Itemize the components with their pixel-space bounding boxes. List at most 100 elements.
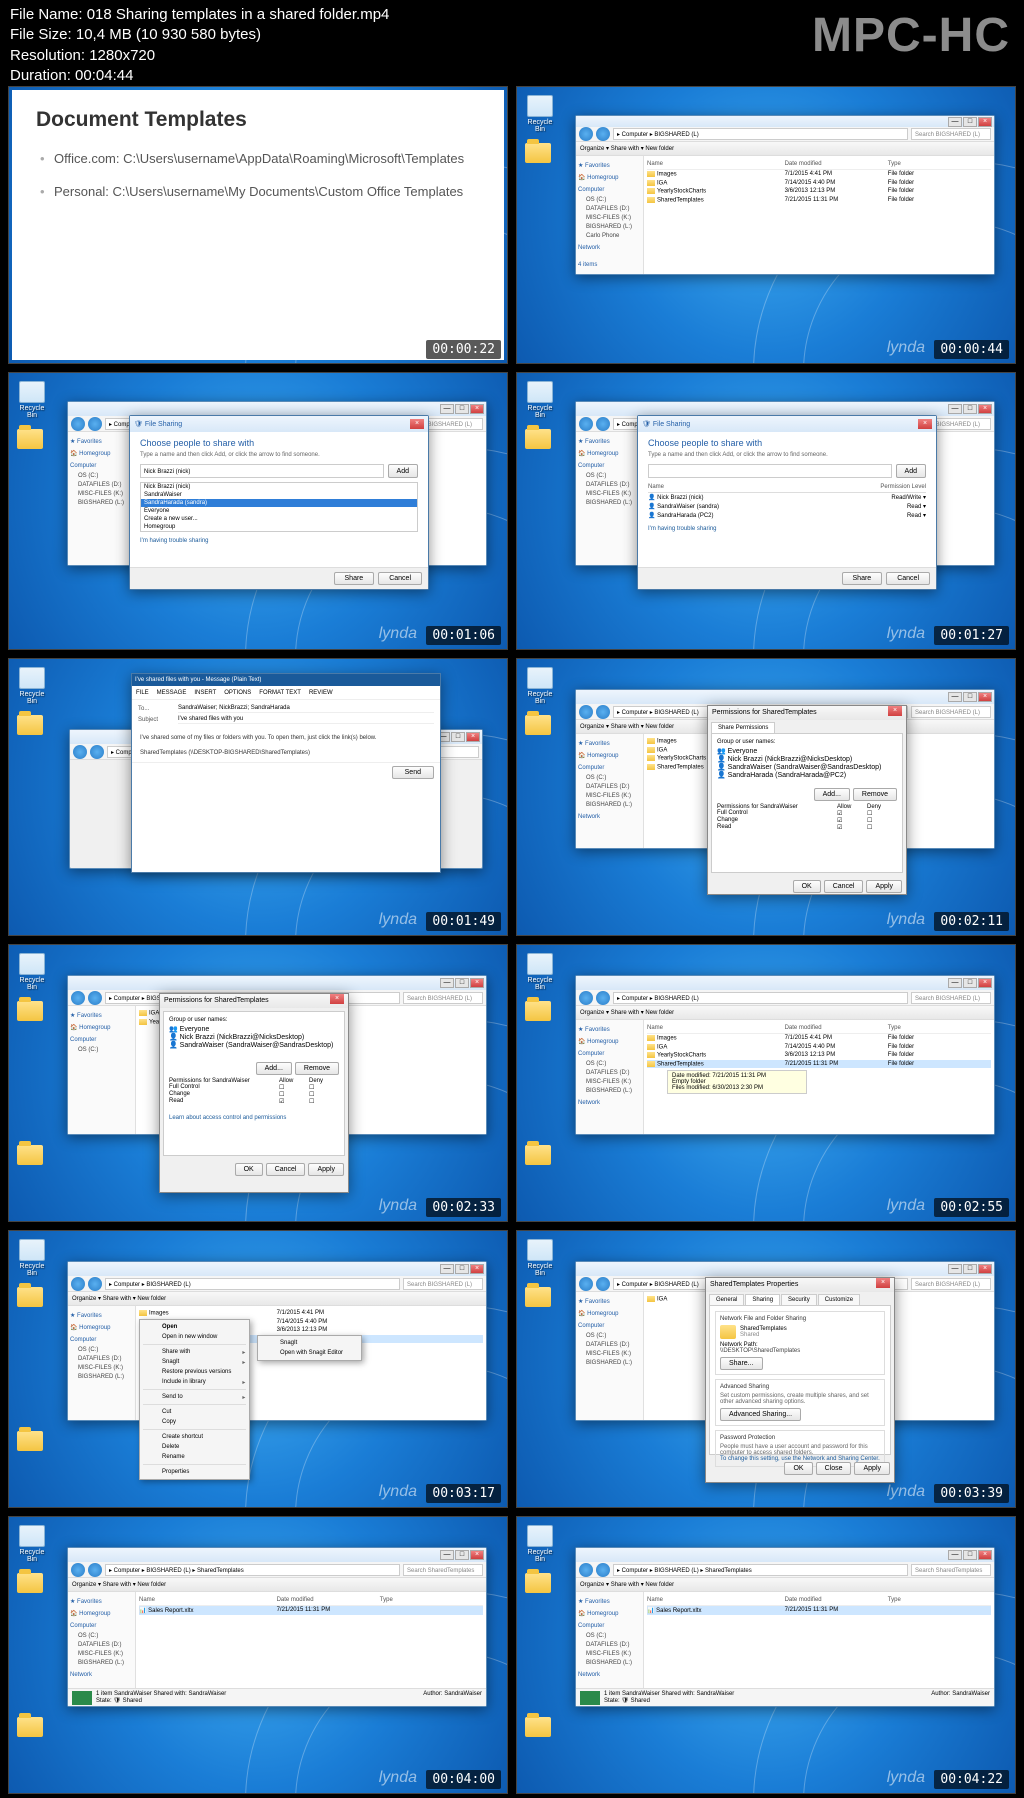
slide-bullet-2: Personal: C:\Users\username\My Documents…	[36, 183, 480, 202]
compose-title: I've shared files with you - Message (Pl…	[132, 674, 440, 686]
cancel-button[interactable]: Cancel	[378, 572, 422, 585]
lynda-watermark	[887, 625, 925, 643]
recycle-bin-icon[interactable]: Recycle Bin	[17, 1239, 47, 1275]
ok-button[interactable]: OK	[793, 880, 821, 893]
recycle-bin-icon[interactable]: Recycle Bin	[525, 953, 555, 989]
share-name-input[interactable]: Nick Brazzi (nick)	[140, 464, 384, 478]
desktop-folder-icon[interactable]	[17, 1001, 45, 1031]
share-name-input[interactable]	[648, 464, 892, 478]
thumbnail-grid: Document Templates Office.com: C:\Users\…	[8, 86, 1016, 1794]
share-button[interactable]: Share	[334, 572, 375, 585]
close-icon[interactable]: ×	[918, 419, 932, 429]
frame-3: Recycle Bin —□× ▸ Computer ▸ BIGSHARED (…	[8, 372, 508, 650]
desktop-folder-icon[interactable]	[525, 1001, 553, 1031]
add-user-button[interactable]: Add...	[814, 788, 850, 801]
desktop-folder-icon[interactable]	[17, 429, 45, 459]
advanced-sharing-button[interactable]: Advanced Sharing...	[720, 1408, 801, 1421]
recycle-bin-icon[interactable]: Recycle Bin	[17, 381, 47, 417]
desktop-folder-icon[interactable]	[525, 429, 553, 459]
desktop-folder-icon[interactable]	[525, 143, 553, 173]
desktop-folder-icon[interactable]	[525, 1287, 553, 1317]
share-user-row: 👤 SandraWaiser (sandra)Read ▾	[648, 502, 926, 511]
explorer-sidebar[interactable]: ★ Favorites 🏠 Homegroup Computer OS (C:)…	[576, 156, 644, 274]
recycle-bin-icon[interactable]: Recycle Bin	[525, 381, 555, 417]
timestamp: 00:02:55	[934, 1198, 1009, 1217]
media-metadata: File Name: 018 Sharing templates in a sh…	[10, 5, 389, 86]
context-menu[interactable]: Open Open in new window Share with SnagI…	[139, 1319, 250, 1480]
cancel-button[interactable]: Cancel	[824, 880, 864, 893]
frame-11: Recycle Bin —□× ▸ Computer ▸ BIGSHARED (…	[8, 1516, 508, 1794]
file-sharing-dialog[interactable]: 🛡 File Sharing× Choose people to share w…	[129, 415, 429, 590]
slide-title: Document Templates	[36, 108, 480, 132]
close-icon[interactable]: ×	[888, 706, 902, 716]
cancel-button[interactable]: Cancel	[886, 572, 930, 585]
recycle-bin-icon[interactable]: Recycle Bin	[17, 667, 47, 703]
subject-field[interactable]: I've shared files with you	[178, 715, 434, 724]
context-submenu[interactable]: SnagIt Open with Snagit Editor	[257, 1335, 362, 1361]
recycle-bin-icon[interactable]: Recycle Bin	[17, 953, 47, 989]
search-input[interactable]: Search BIGSHARED (L)	[911, 128, 991, 140]
recycle-bin-icon[interactable]: Recycle Bin	[525, 1239, 555, 1275]
permissions-dialog[interactable]: Permissions for SharedTemplates× Share P…	[707, 705, 907, 895]
desktop-folder-icon[interactable]	[17, 1431, 45, 1461]
frame-2: Recycle Bin — □ × ▸ Computer ▸ BIGSHARED…	[516, 86, 1016, 364]
explorer-window[interactable]: —□× ▸ Computer ▸ BIGSHARED (L) ▸ SharedT…	[67, 1547, 487, 1707]
frame-12: Recycle Bin —□× ▸ Computer ▸ BIGSHARED (…	[516, 1516, 1016, 1794]
list-item: SharedTemplates7/21/2015 11:31 PMFile fo…	[647, 196, 991, 205]
recycle-bin-icon[interactable]: Recycle Bin	[17, 1525, 47, 1561]
timestamp: 00:02:11	[934, 912, 1009, 931]
email-compose-window[interactable]: I've shared files with you - Message (Pl…	[131, 673, 441, 873]
desktop-folder-icon[interactable]	[17, 1145, 45, 1175]
ribbon-tabs[interactable]: FILEMESSAGEINSERTOPTIONSFORMAT TEXTREVIE…	[132, 686, 440, 700]
recycle-bin-icon[interactable]: Recycle Bin	[525, 1525, 555, 1561]
share-dropdown-list[interactable]: Nick Brazzi (nick) SandraWaiser SandraHa…	[140, 482, 418, 532]
users-listbox[interactable]: 👥 Everyone 👤 Nick Brazzi (NickBrazzi@Nic…	[717, 747, 897, 785]
desktop-folder-icon[interactable]	[525, 1145, 553, 1175]
forward-button[interactable]	[596, 127, 610, 141]
file-sharing-dialog[interactable]: 🛡 File Sharing× Choose people to share w…	[637, 415, 937, 590]
explorer-window[interactable]: —□× ▸ Computer ▸ BIGSHARED (L)Search BIG…	[575, 975, 995, 1135]
desktop-folder-icon[interactable]	[17, 1717, 45, 1747]
back-button[interactable]	[579, 127, 593, 141]
desktop-folder-icon[interactable]	[525, 1717, 553, 1747]
explorer-toolbar[interactable]: Organize ▾ Share with ▾ New folder	[576, 142, 994, 156]
maximize-button[interactable]: □	[963, 117, 977, 127]
explorer-content[interactable]: NameDate modifiedType Images7/1/2015 4:4…	[644, 156, 994, 274]
permissions-dialog[interactable]: Permissions for SharedTemplates× Group o…	[159, 993, 349, 1193]
desktop-folder-icon[interactable]	[17, 1287, 45, 1317]
timestamp: 00:00:44	[934, 340, 1009, 359]
lynda-watermark	[887, 1197, 925, 1215]
lynda-watermark	[379, 1769, 417, 1787]
desktop-folder-icon[interactable]	[525, 715, 553, 745]
frame-4: Recycle Bin —□× ▸ Computer ▸ BIGSHARED (…	[516, 372, 1016, 650]
list-item: IGA7/14/2015 4:40 PMFile folder	[647, 179, 991, 188]
to-field[interactable]: SandraWaiser; NickBrazzi; SandraHarada	[178, 704, 434, 713]
close-icon[interactable]: ×	[410, 419, 424, 429]
apply-button[interactable]: Apply	[866, 880, 902, 893]
close-button[interactable]: ×	[978, 117, 992, 127]
frame-10: Recycle Bin —□× ▸ Computer ▸ BIGSHARED (…	[516, 1230, 1016, 1508]
remove-user-button[interactable]: Remove	[853, 788, 897, 801]
lynda-watermark	[887, 1769, 925, 1787]
timestamp: 00:03:17	[426, 1484, 501, 1503]
folder-properties-dialog[interactable]: SharedTemplates Properties× General Shar…	[705, 1277, 895, 1483]
desktop-folder-icon[interactable]	[17, 715, 45, 745]
message-body[interactable]: I've shared some of my files or folders …	[132, 730, 440, 762]
frame-9: Recycle Bin —□× ▸ Computer ▸ BIGSHARED (…	[8, 1230, 508, 1508]
lynda-watermark	[379, 911, 417, 929]
add-button[interactable]: Add	[896, 464, 926, 478]
share-button[interactable]: Share	[842, 572, 883, 585]
send-button[interactable]: Send	[392, 766, 434, 779]
recycle-bin-icon[interactable]: Recycle Bin	[525, 667, 555, 703]
add-button[interactable]: Add	[388, 464, 418, 478]
recycle-bin-icon[interactable]: Recycle Bin	[525, 95, 555, 131]
explorer-window[interactable]: — □ × ▸ Computer ▸ BIGSHARED (L) Search …	[575, 115, 995, 275]
window-titlebar[interactable]: — □ ×	[576, 116, 994, 127]
minimize-button[interactable]: —	[948, 117, 962, 127]
address-bar[interactable]: ▸ Computer ▸ BIGSHARED (L)	[613, 128, 908, 140]
desktop-folder-icon[interactable]	[525, 1573, 553, 1603]
desktop-folder-icon[interactable]	[17, 1573, 45, 1603]
share-button[interactable]: Share...	[720, 1357, 763, 1370]
slide-document-templates: Document Templates Office.com: C:\Users\…	[12, 90, 504, 360]
explorer-window[interactable]: —□× ▸ Computer ▸ BIGSHARED (L) ▸ SharedT…	[575, 1547, 995, 1707]
